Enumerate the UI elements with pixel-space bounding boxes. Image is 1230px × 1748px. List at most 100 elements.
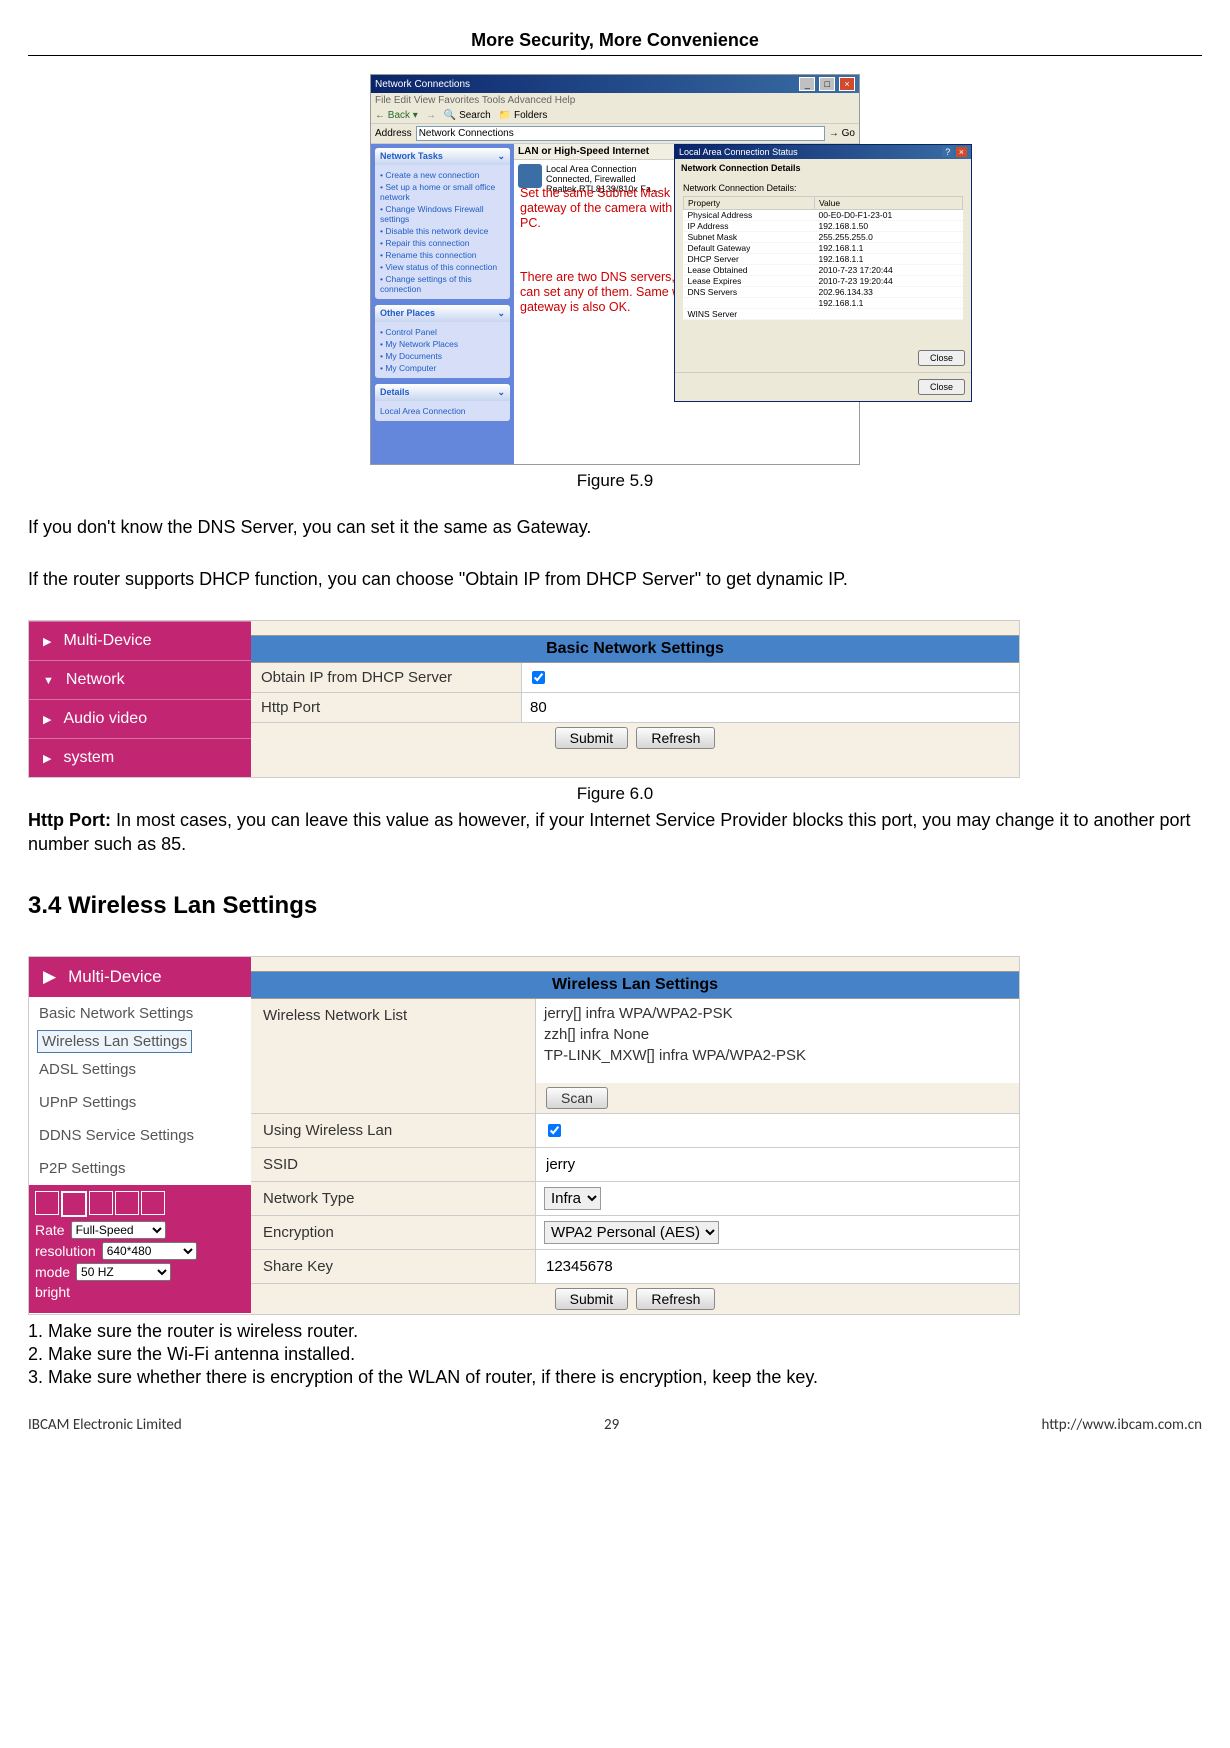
sidebar-item[interactable]: Network	[29, 660, 251, 699]
list-item[interactable]: TP-LINK_MXW[] infra WPA/WPA2-PSK	[544, 1045, 1011, 1066]
layout-blocks[interactable]	[35, 1191, 245, 1217]
place-item[interactable]: • My Network Places	[380, 339, 505, 349]
table-row: DNS Servers202.96.134.33	[684, 287, 963, 298]
task-item[interactable]: • Rename this connection	[380, 250, 505, 260]
task-item[interactable]: • Create a new connection	[380, 170, 505, 180]
sidebar-item[interactable]: system	[29, 738, 251, 777]
text-input[interactable]	[528, 698, 612, 717]
table-row: Subnet Mask255.255.255.0	[684, 232, 963, 243]
search-button[interactable]: 🔍 Search	[444, 110, 491, 121]
window-controls: _ □ ×	[798, 77, 855, 91]
task-item[interactable]: • View status of this connection	[380, 262, 505, 272]
address-label: Address	[375, 128, 412, 139]
mode-select[interactable]: 50 HZ	[76, 1263, 171, 1281]
text-input[interactable]	[544, 1257, 748, 1276]
overlay-close-button[interactable]: Close	[918, 350, 965, 366]
sidebar-item[interactable]: Audio video	[29, 699, 251, 738]
overlay-title: Local Area Connection Status	[679, 147, 798, 157]
checkbox[interactable]	[532, 671, 545, 684]
footer-right: http://www.ibcam.com.cn	[1042, 1416, 1202, 1434]
address-bar: Address → Go	[371, 124, 859, 144]
place-item[interactable]: • My Computer	[380, 363, 505, 373]
sidebar-item[interactable]: Wireless Lan Settings	[37, 1030, 192, 1053]
submit-button[interactable]: Submit	[555, 727, 629, 749]
table-row: 192.168.1.1	[684, 298, 963, 309]
fig59-titlebar: Network Connections _ □ ×	[371, 75, 859, 93]
network-icon	[518, 164, 542, 188]
form-label: Using Wireless Lan	[251, 1114, 536, 1147]
mode-label: mode	[35, 1264, 70, 1280]
page-footer: IBCAM Electronic Limited 29 http://www.i…	[28, 1416, 1202, 1434]
fig61-title: Wireless Lan Settings	[251, 971, 1019, 999]
checkbox[interactable]	[548, 1124, 561, 1137]
resolution-label: resolution	[35, 1243, 96, 1259]
task-item[interactable]: • Change Windows Firewall settings	[380, 204, 505, 224]
steps-list: 1. Make sure the router is wireless rout…	[28, 1321, 1202, 1388]
para-dns: If you don't know the DNS Server, you ca…	[28, 515, 1202, 539]
other-title: Other Places	[380, 308, 435, 319]
submit-button[interactable]: Submit	[555, 1288, 629, 1310]
fig59-window-title: Network Connections	[375, 79, 470, 90]
sidebar-item[interactable]: Multi-Device	[29, 621, 251, 660]
lac-name: Local Area Connection	[546, 164, 658, 174]
close-icon[interactable]: ×	[839, 77, 855, 91]
fig59-window: Network Connections _ □ × File Edit View…	[370, 74, 860, 465]
sidebar-item[interactable]: Basic Network Settings	[29, 997, 251, 1030]
fig60-caption: Figure 6.0	[28, 784, 1202, 804]
select[interactable]: Infra	[544, 1187, 601, 1210]
footer-center: 29	[604, 1416, 619, 1434]
status-close-button[interactable]: Close	[918, 379, 965, 395]
list-item[interactable]: jerry[] infra WPA/WPA2-PSK	[544, 1003, 1011, 1024]
folders-button[interactable]: 📁 Folders	[499, 110, 548, 121]
resolution-select[interactable]: 640*480	[102, 1242, 197, 1260]
select[interactable]: WPA2 Personal (AES)	[544, 1221, 719, 1244]
section-3-4-title: 3.4 Wireless Lan Settings	[28, 892, 1202, 920]
address-input[interactable]	[416, 126, 825, 141]
go-button[interactable]: → Go	[829, 128, 855, 139]
sidebar-item[interactable]: UPnP Settings	[29, 1086, 251, 1119]
task-item[interactable]: • Repair this connection	[380, 238, 505, 248]
fig59-caption: Figure 5.9	[28, 471, 1202, 491]
close-icon[interactable]: ×	[956, 147, 967, 157]
form-label: Http Port	[251, 693, 522, 722]
scan-button[interactable]: Scan	[546, 1087, 608, 1109]
place-item[interactable]: • Control Panel	[380, 327, 505, 337]
fwd-icon[interactable]: →	[426, 110, 436, 121]
sidebar-item[interactable]: DDNS Service Settings	[29, 1119, 251, 1152]
table-row: IP Address192.168.1.50	[684, 221, 963, 232]
explorer-sidebar: Network Tasks⌄ • Create a new connection…	[371, 144, 514, 464]
task-item[interactable]: • Disable this network device	[380, 226, 505, 236]
para-dhcp: If the router supports DHCP function, yo…	[28, 567, 1202, 591]
place-item[interactable]: • My Documents	[380, 351, 505, 361]
overlay-subtitle: Network Connection Details	[675, 159, 971, 177]
back-button[interactable]: ← Back ▾	[375, 110, 418, 121]
details-title: Details	[380, 387, 410, 398]
wireless-list[interactable]: jerry[] infra WPA/WPA2-PSKzzh[] infra No…	[536, 999, 1019, 1083]
lac-state: Connected, Firewalled	[546, 174, 658, 184]
table-row: Physical Address00-E0-D0-F1-23-01	[684, 210, 963, 221]
refresh-button[interactable]: Refresh	[636, 1288, 715, 1310]
maximize-icon[interactable]: □	[819, 77, 835, 91]
fig60-title: Basic Network Settings	[251, 635, 1019, 663]
refresh-button[interactable]: Refresh	[636, 727, 715, 749]
table-row: DHCP Server192.168.1.1	[684, 254, 963, 265]
sidebar-item[interactable]: ADSL Settings	[29, 1053, 251, 1086]
page-header: More Security, More Convenience	[28, 30, 1202, 56]
explorer-main: LAN or High-Speed Internet Local Area Co…	[514, 144, 859, 464]
minimize-icon[interactable]: _	[799, 77, 815, 91]
sidebar-item-multi-device[interactable]: ▶ Multi-Device	[29, 957, 251, 997]
help-icon[interactable]: ?	[942, 147, 953, 157]
status-overlay: Local Area Connection Status ? × Network…	[674, 144, 972, 402]
task-item[interactable]: • Set up a home or small office network	[380, 182, 505, 202]
fig61: ▶ Multi-Device Basic Network SettingsWir…	[28, 956, 1020, 1315]
fig60-sidebar: Multi-DeviceNetworkAudio videosystem	[29, 621, 251, 777]
form-label: SSID	[251, 1148, 536, 1181]
bright-label: bright	[35, 1284, 70, 1300]
text-input[interactable]	[544, 1155, 748, 1174]
rate-select[interactable]: Full-Speed	[71, 1221, 166, 1239]
task-item[interactable]: • Change settings of this connection	[380, 274, 505, 294]
list-item[interactable]: zzh[] infra None	[544, 1024, 1011, 1045]
sidebar-item[interactable]: P2P Settings	[29, 1152, 251, 1185]
fig60: Multi-DeviceNetworkAudio videosystem Bas…	[28, 620, 1020, 778]
form-label: Network Type	[251, 1182, 536, 1215]
